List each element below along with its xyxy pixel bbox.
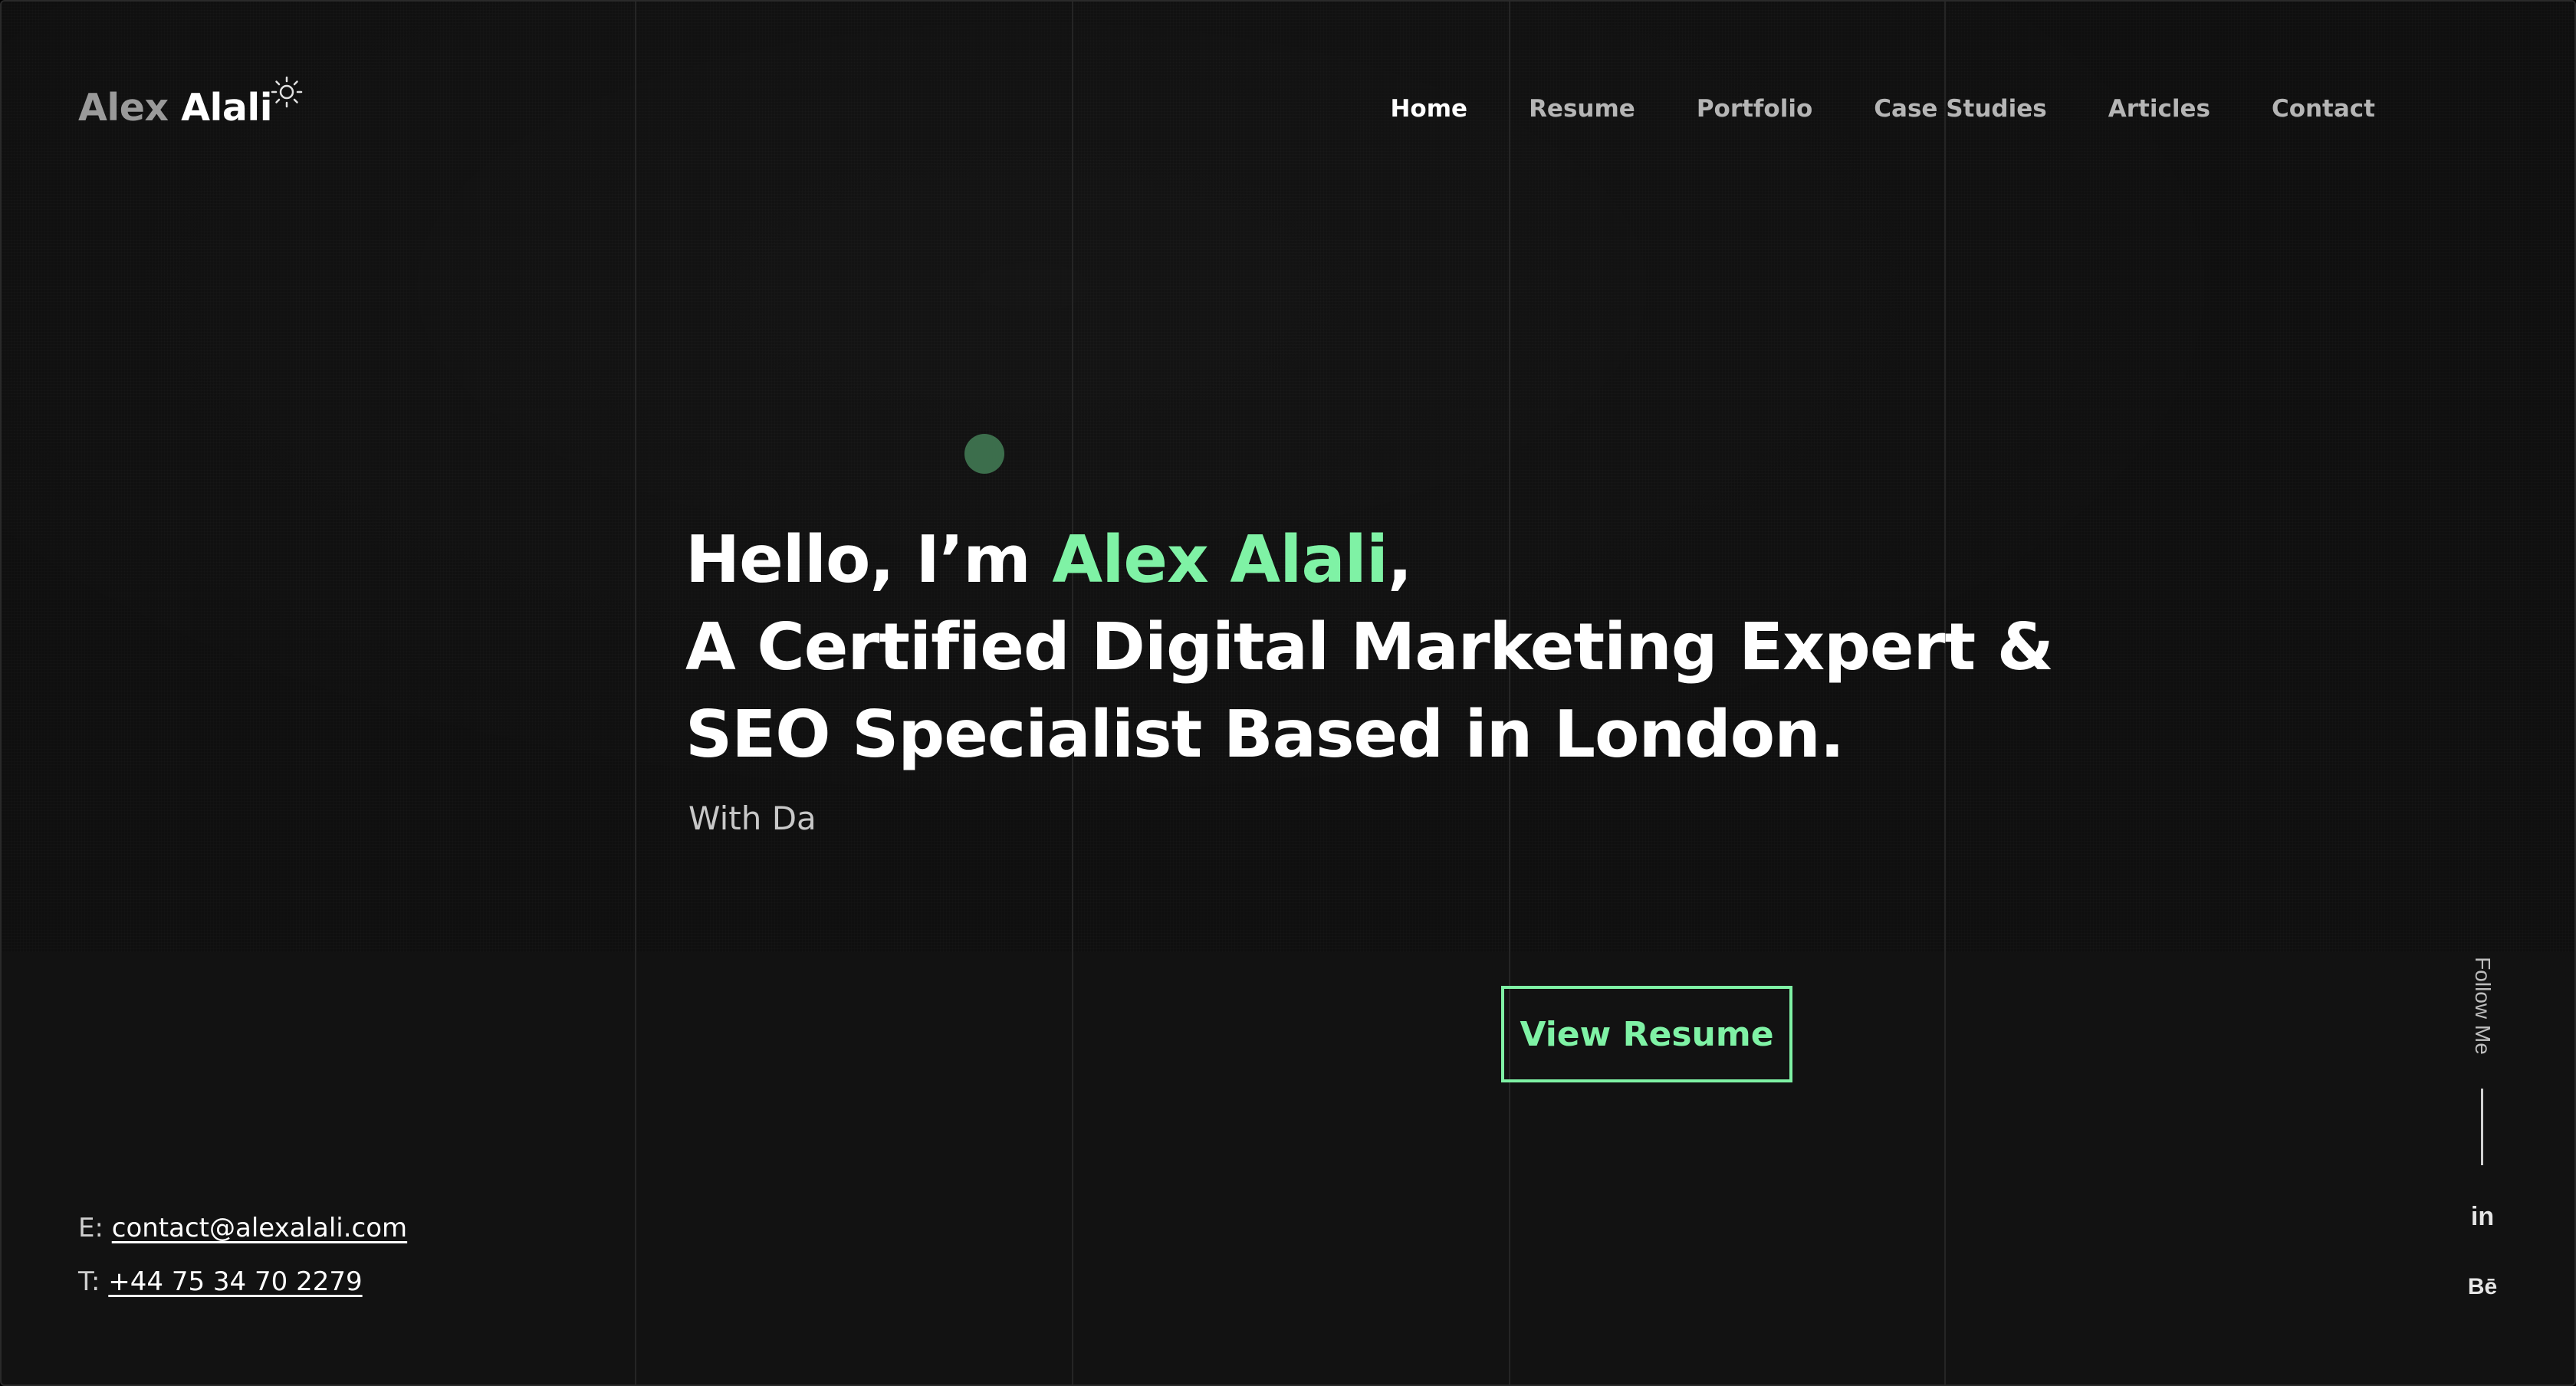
nav-item-case-studies[interactable]: Case Studies <box>1874 92 2046 126</box>
nav-item-home[interactable]: Home <box>1390 92 1467 126</box>
nav-item-resume[interactable]: Resume <box>1529 92 1635 126</box>
view-resume-button[interactable]: View Resume <box>1501 986 1792 1082</box>
page: Alex Alali Home Resume Portfolio Case St… <box>0 0 2576 1386</box>
headline-line-2: A Certified Digital Marketing Expert & <box>685 609 2054 685</box>
theme-toggle-button[interactable] <box>270 75 304 109</box>
decorative-dot <box>964 434 1004 474</box>
behance-icon[interactable]: Bē <box>2459 1274 2505 1300</box>
grid-line <box>635 2 636 1384</box>
follow-divider <box>2481 1089 2483 1165</box>
logo-first-name: Alex <box>78 86 169 130</box>
headline-line-1: Hello, I’m Alex Alali, <box>685 517 2053 604</box>
site-logo[interactable]: Alex Alali <box>78 81 273 135</box>
follow-me-label: Follow Me <box>2463 952 2502 1059</box>
hero-name: Alex Alali <box>1052 522 1388 598</box>
headline-line-3: SEO Specialist Based in London. <box>685 697 1845 773</box>
phone-prefix: T: <box>78 1266 109 1297</box>
contact-email: E: contact@alexalali.com <box>78 1210 407 1246</box>
greeting-comma: , <box>1387 522 1412 598</box>
greeting-text: Hello, I’m <box>685 522 1053 598</box>
phone-link[interactable]: +44 75 34 70 2279 <box>108 1266 362 1297</box>
follow-me-text: Follow Me <box>2471 957 2495 1055</box>
contact-phone: T: +44 75 34 70 2279 <box>78 1263 363 1300</box>
nav-item-contact[interactable]: Contact <box>2272 92 2375 126</box>
nav-item-articles[interactable]: Articles <box>2108 92 2210 126</box>
linkedin-icon[interactable]: in <box>2459 1202 2505 1232</box>
hero-background <box>2 2 2574 952</box>
main-nav: Home Resume Portfolio Case Studies Artic… <box>1329 92 2375 126</box>
email-prefix: E: <box>78 1213 112 1243</box>
logo-last-name: Alali <box>181 86 273 130</box>
sun-icon <box>271 76 303 108</box>
typing-subtitle: With Da <box>688 800 816 837</box>
email-link[interactable]: contact@alexalali.com <box>112 1213 407 1243</box>
nav-item-portfolio[interactable]: Portfolio <box>1697 92 1812 126</box>
hero-headline: Hello, I’m Alex Alali, A Certified Digit… <box>685 517 2054 779</box>
